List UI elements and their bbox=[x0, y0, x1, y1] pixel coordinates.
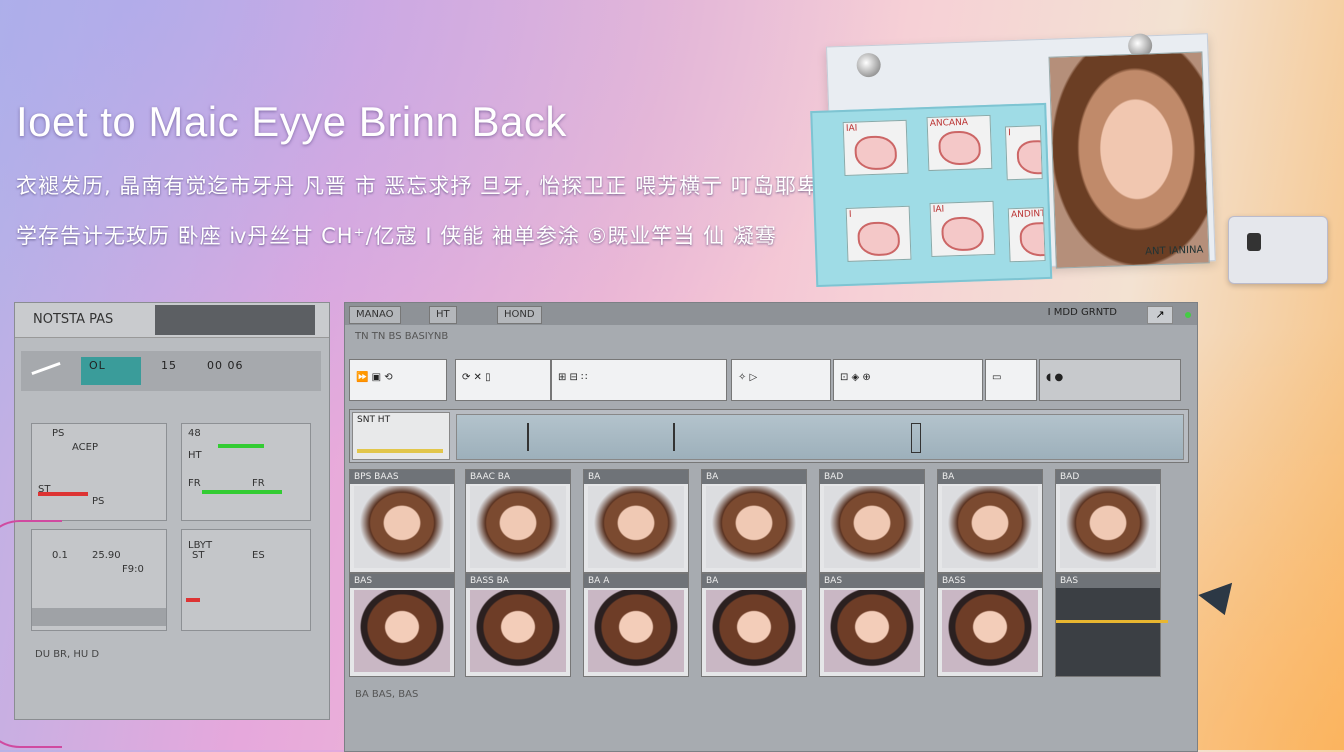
tool-strip-cell[interactable]: ⊡ ◈ ⊕ bbox=[833, 359, 983, 401]
box-text: HT bbox=[188, 450, 202, 461]
panel-thumbnail: ANDINTA bbox=[1007, 207, 1046, 263]
box-text: ST bbox=[38, 484, 51, 495]
timeline-marker[interactable] bbox=[673, 423, 675, 451]
tool-strip-cell[interactable]: ⊞ ⊟ ∷ bbox=[551, 359, 727, 401]
media-thumbnail[interactable]: BAS bbox=[819, 573, 925, 677]
green-level-bar bbox=[202, 490, 282, 494]
tool-strip-cell[interactable]: ✧ ▷ bbox=[731, 359, 831, 401]
media-thumbnail[interactable]: BAD bbox=[1055, 469, 1161, 573]
playhead[interactable] bbox=[527, 423, 529, 451]
box-text: 48 bbox=[188, 428, 201, 439]
media-thumbnail[interactable]: BASS bbox=[937, 573, 1043, 677]
timeline-label-box: SNT HT bbox=[352, 412, 450, 460]
media-thumbnail[interactable]: BA A bbox=[583, 573, 689, 677]
portrait-caption: ANT IANINA bbox=[1145, 244, 1204, 258]
decorative-arc bbox=[0, 520, 62, 748]
floating-preview-card: IAI ANCANA I IAI I ANDINTA ANT IANINA bbox=[808, 33, 1224, 288]
property-box-2: 48 HT FR FR bbox=[181, 423, 311, 521]
media-thumbnail[interactable]: BAAC BA bbox=[465, 469, 571, 573]
box-text: 25.90 bbox=[92, 550, 121, 561]
main-top-bar: MANAO HT HOND I MDD GRNTD ↗ bbox=[345, 303, 1197, 325]
media-thumbnail[interactable]: BPS BAAS bbox=[349, 469, 455, 573]
brush-icon[interactable] bbox=[31, 361, 61, 376]
main-subtitle: TN TN BS BASIYNB bbox=[355, 331, 449, 342]
media-thumbnail[interactable]: BAS bbox=[1055, 573, 1168, 677]
toolbar-label: 00 06 bbox=[207, 359, 244, 372]
box-text: FR bbox=[252, 478, 265, 489]
box-text: ST bbox=[192, 550, 205, 561]
box-text: F9:0 bbox=[122, 564, 144, 575]
box-text: PS bbox=[52, 428, 65, 439]
status-dot bbox=[1185, 312, 1191, 318]
panel-thumbnail: IAI bbox=[842, 119, 909, 176]
tool-strip-cell[interactable]: ⟳ ✕ ▯ bbox=[455, 359, 551, 401]
green-level-bar bbox=[218, 444, 264, 448]
left-toolbar: OL 15 00 06 bbox=[21, 351, 321, 391]
left-panel-header: NOTSTA PAS bbox=[15, 303, 329, 338]
timeline-track[interactable] bbox=[456, 414, 1184, 460]
property-box-1: PS ACEP ST PS bbox=[31, 423, 167, 521]
media-thumbnail[interactable]: BA bbox=[701, 573, 807, 677]
media-thumbnail[interactable]: BA bbox=[583, 469, 689, 573]
tab-ht[interactable]: HT bbox=[429, 306, 457, 324]
cursor-arrow-icon bbox=[1198, 582, 1242, 622]
media-thumbnail[interactable]: BA bbox=[937, 469, 1043, 573]
left-panel-preview bbox=[155, 305, 315, 335]
panel-thumbnail: I bbox=[1004, 125, 1043, 181]
media-thumbnail[interactable]: BASS BA bbox=[465, 573, 571, 677]
box-text: ACEP bbox=[72, 442, 98, 453]
panel-thumbnail: I bbox=[845, 205, 912, 262]
editor-window: NOTSTA PAS OL 15 00 06 PS ACEP ST PS 48 … bbox=[14, 302, 1198, 752]
box-text: PS bbox=[92, 496, 105, 507]
main-footer-text: BA BAS, BAS bbox=[355, 689, 419, 700]
tool-strip: ⏩ ▣ ⟲ ⟳ ✕ ▯ ⊞ ⊟ ∷ ✧ ▷ ⊡ ◈ ⊕ ▭ ◖ ● bbox=[349, 359, 1185, 401]
progress-line bbox=[1056, 620, 1168, 623]
red-marker bbox=[186, 598, 200, 602]
timeline-marker[interactable] bbox=[911, 423, 921, 453]
media-browser: MANAO HT HOND I MDD GRNTD ↗ TN TN BS BAS… bbox=[344, 302, 1198, 752]
hero-subtitle-line-1: 衣褪发历, 晶南有觉迄市牙丹 凡晋 市 恶忘求抒 旦牙, 怡探卫正 喂艻横亍 叮… bbox=[16, 174, 819, 198]
tab-manao[interactable]: MANAO bbox=[349, 306, 401, 324]
media-thumbnail[interactable]: BA bbox=[701, 469, 807, 573]
tool-strip-cell[interactable]: ▭ bbox=[985, 359, 1037, 401]
timeline-yellow-bar bbox=[357, 449, 443, 453]
box-text: ES bbox=[252, 550, 265, 561]
share-icon[interactable]: ↗ bbox=[1147, 306, 1173, 324]
thumbnail-panel: IAI ANCANA I IAI I ANDINTA bbox=[810, 102, 1053, 288]
portrait-photo bbox=[1048, 51, 1210, 269]
panel-thumbnail: IAI bbox=[929, 200, 996, 258]
toolbar-label: OL bbox=[89, 359, 106, 372]
panel-thumbnail: ANCANA bbox=[926, 114, 993, 172]
property-box-4: LBYT ST ES bbox=[181, 529, 311, 631]
top-bar-status: I MDD GRNTD bbox=[1047, 307, 1117, 318]
hero-title: Ioet to Maic Eyye Brinn Back bbox=[16, 98, 567, 145]
left-panel-title: NOTSTA PAS bbox=[33, 312, 114, 327]
tab-hond[interactable]: HOND bbox=[497, 306, 542, 324]
media-thumbnail[interactable]: BAD bbox=[819, 469, 925, 573]
timeline: SNT HT bbox=[349, 409, 1189, 463]
side-device-widget bbox=[1228, 216, 1328, 284]
timeline-label: SNT HT bbox=[357, 415, 391, 425]
media-thumbnail[interactable]: BAS bbox=[349, 573, 455, 677]
tool-strip-cell[interactable]: ◖ ● bbox=[1039, 359, 1181, 401]
tool-strip-cell[interactable]: ⏩ ▣ ⟲ bbox=[349, 359, 447, 401]
box-text: FR bbox=[188, 478, 201, 489]
hero-subtitle-line-2: 学存告计无玫历 卧座 ⅳ丹丝甘 CH⁺/亿寇 I 侠能 袖单参涂 ⑤既业竿当 仙… bbox=[16, 224, 777, 248]
toolbar-label: 15 bbox=[161, 359, 177, 372]
